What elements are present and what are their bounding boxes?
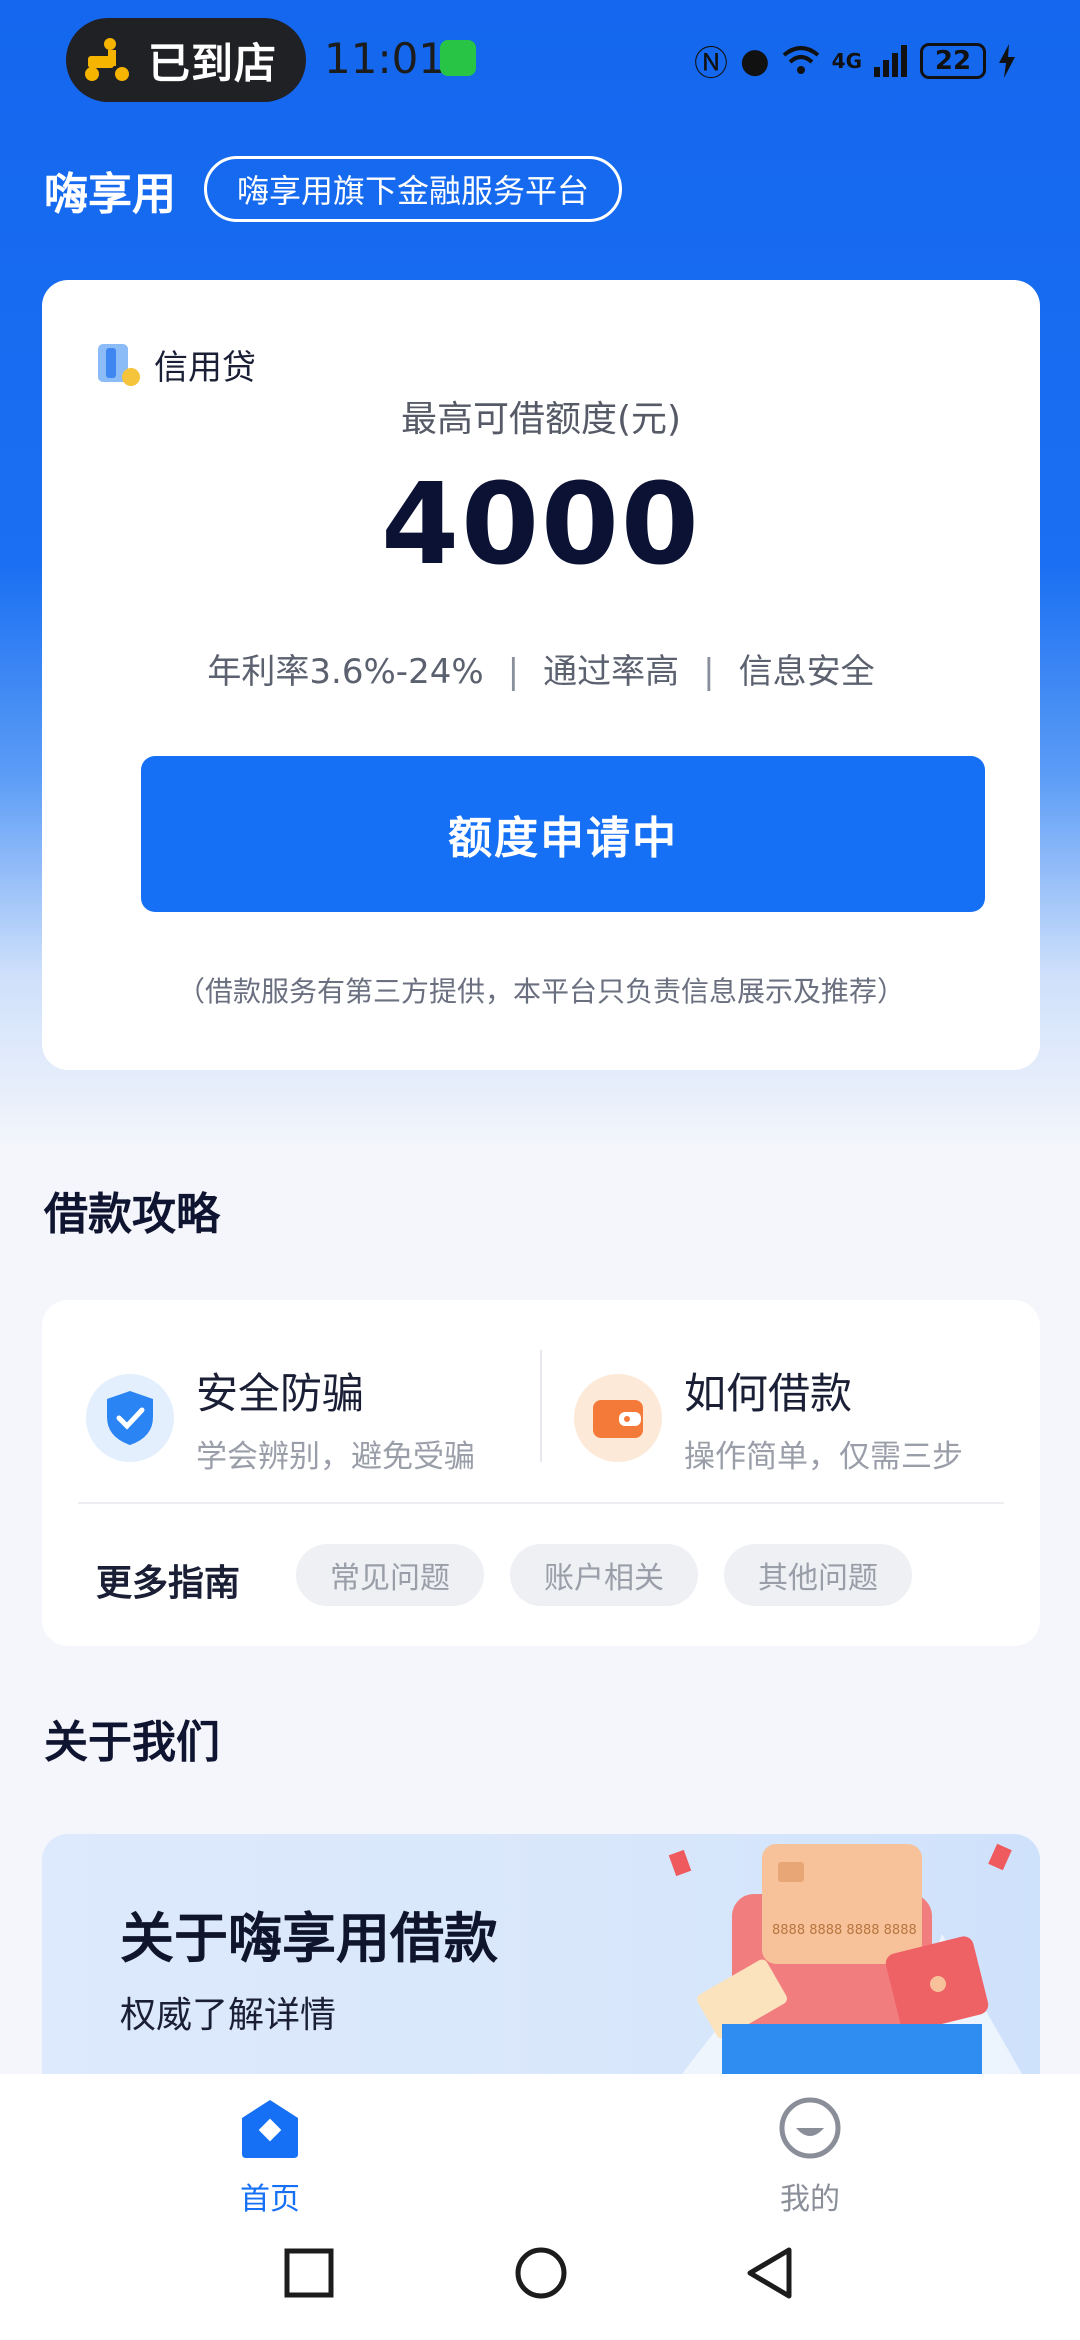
wallet-icon [574, 1374, 662, 1462]
guide-divider [540, 1350, 542, 1462]
bottom-nav: 首页 我的 [0, 2074, 1080, 2340]
status-bar: 已到店 11:01 Ⓝ ● 4G 22 [0, 0, 1080, 120]
battery-icon: 22 [920, 42, 986, 79]
chip-faq[interactable]: 常见问题 [296, 1544, 484, 1606]
feature-rate: 年利率3.6%-24% [207, 652, 484, 692]
signal-label: 4G [831, 48, 862, 73]
about-banner-title: 关于嗨享用借款 [120, 1907, 498, 1970]
wechat-icon [440, 40, 476, 76]
chip-account[interactable]: 账户相关 [510, 1544, 698, 1606]
status-time: 11:01 [324, 34, 446, 83]
guide-item-security[interactable]: 安全防骗 学会辨别，避免受骗 [86, 1360, 475, 1476]
feature-list: 年利率3.6%-24% | 通过率高 | 信息安全 [207, 652, 875, 692]
guide-divider-horizontal [78, 1502, 1004, 1504]
home-icon [242, 2100, 298, 2158]
loan-type-label: 信用贷 [154, 348, 256, 388]
limit-amount: 4000 [381, 460, 701, 590]
recent-apps-icon[interactable] [284, 2248, 334, 2298]
nfc-icon: Ⓝ [693, 44, 728, 84]
brand-name: 嗨享用 [44, 169, 176, 220]
nav-home-label: 首页 [240, 2182, 300, 2217]
guide-item-how-to-borrow[interactable]: 如何借款 操作简单，仅需三步 [574, 1360, 963, 1476]
location-icon: ● [739, 40, 770, 81]
nav-me-label: 我的 [780, 2182, 840, 2217]
back-icon[interactable] [744, 2246, 794, 2300]
status-icons: Ⓝ ● 4G 22 [694, 36, 1016, 85]
red-envelope-card-illustration: 8888 8888 8888 8888 [668, 1843, 1022, 2074]
pill-text: 已到店 [148, 38, 278, 88]
nav-home[interactable]: 首页 [170, 2096, 370, 2218]
guide-borrow-subtitle: 操作简单，仅需三步 [684, 1439, 963, 1475]
signal-icon [874, 44, 907, 77]
credit-loan-icon [98, 343, 140, 386]
feature-security: 信息安全 [738, 652, 875, 692]
card-number: 8888 8888 8888 8888 [772, 1923, 917, 1938]
guide-security-title: 安全防骗 [196, 1369, 365, 1418]
wifi-icon [782, 45, 819, 74]
loan-type: 信用贷 [98, 340, 256, 389]
profile-icon [779, 2097, 841, 2159]
limit-title: 最高可借额度(元) [400, 399, 682, 440]
delivery-status-pill[interactable]: 已到店 [66, 18, 306, 102]
about-section-title: 关于我们 [44, 1717, 220, 1768]
scooter-icon [85, 38, 129, 81]
guide-borrow-title: 如何借款 [684, 1369, 853, 1418]
apply-button[interactable]: 额度申请中 [141, 756, 985, 912]
about-banner-subtitle: 权威了解详情 [120, 1995, 337, 2036]
about-banner[interactable]: 关于嗨享用借款 权威了解详情 8888 8888 8888 8888 [42, 1834, 1040, 2074]
chip-other[interactable]: 其他问题 [724, 1544, 912, 1606]
home-circle-icon[interactable] [514, 2246, 568, 2300]
more-guides-label: 更多指南 [96, 1563, 241, 1604]
feature-approval: 通过率高 [543, 652, 680, 692]
shield-icon [86, 1374, 174, 1462]
guide-card: 安全防骗 学会辨别，避免受骗 如何借款 操作简单，仅需三步 更多指南 常见问题 … [42, 1300, 1040, 1646]
guide-section-title: 借款攻略 [44, 1189, 220, 1240]
guide-security-subtitle: 学会辨别，避免受骗 [196, 1439, 475, 1475]
nav-me[interactable]: 我的 [710, 2096, 910, 2218]
charging-icon [999, 43, 1015, 78]
brand-tagline: 嗨享用旗下金融服务平台 [204, 156, 623, 222]
loan-card: 信用贷 最高可借额度(元) 4000 年利率3.6%-24% | 通过率高 | 信息安全… [42, 280, 1040, 1070]
disclaimer: （借款服务有第三方提供，本平台只负责信息展示及推荐） [176, 975, 905, 1008]
